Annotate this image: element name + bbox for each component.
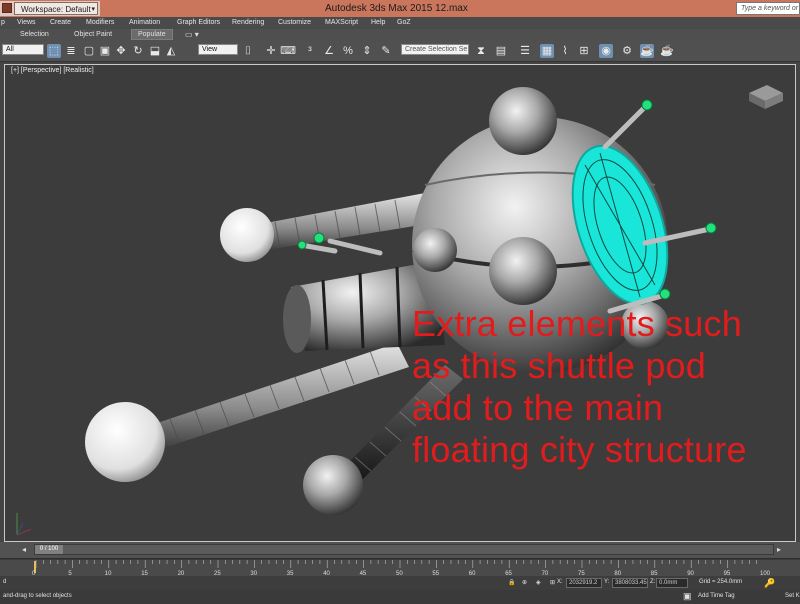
render-setup-icon[interactable]: ⚙ xyxy=(620,44,634,58)
render-production-icon[interactable]: ☕ xyxy=(660,44,674,58)
search-input[interactable]: Type a keyword or phrase xyxy=(736,2,800,15)
reference-coordinate-dropdown[interactable]: View xyxy=(198,44,238,55)
menu-item-maxscript[interactable]: MAXScript xyxy=(325,17,358,29)
isolate-icon[interactable]: ◈ xyxy=(536,579,541,586)
named-selection-dropdown[interactable]: Create Selection Se xyxy=(401,44,469,55)
track-ruler[interactable]: 0 5 10 15 20 25 30 35 40 45 50 55 60 65 70 75 80 85 90 95 10… xyxy=(0,558,800,577)
selection-filter-value: All xyxy=(6,46,14,53)
slider-prev-icon[interactable]: ◂ xyxy=(22,545,26,554)
key-icon[interactable]: 🔑 xyxy=(764,578,775,589)
material-editor-icon[interactable]: ◉ xyxy=(599,44,613,58)
time-slider[interactable]: 0 / 100 xyxy=(34,544,774,555)
reference-coordinate-value: View xyxy=(202,46,218,53)
menu-item-modifiers[interactable]: Modifiers xyxy=(86,17,114,29)
rectangular-selection-icon[interactable]: ▢ xyxy=(82,44,96,58)
chevron-down-icon: ▾ xyxy=(91,6,95,13)
x-label: X: xyxy=(557,579,563,585)
window-crossing-icon[interactable]: ▣ xyxy=(98,44,112,58)
menu-item-help[interactable]: Help xyxy=(371,17,385,29)
z-coordinate-field[interactable]: 0.0mm xyxy=(656,578,688,588)
menu-item-views[interactable]: Views xyxy=(17,17,36,29)
status-row-coordinates: d 🔒 ⊕ ◈ ⊞ X: 2032919.2 Y: 3808033.45 Z: … xyxy=(0,576,800,590)
front-dome xyxy=(489,237,557,305)
workspace-dropdown[interactable]: Workspace: Default ▾ xyxy=(14,2,98,15)
layer-manager-icon[interactable]: ☰ xyxy=(518,44,532,58)
menu-item-animation[interactable]: Animation xyxy=(129,17,160,29)
selection-lock-icon[interactable]: ⊞ xyxy=(550,579,555,586)
menu-item-create[interactable]: Create xyxy=(50,17,71,29)
place-icon[interactable]: ◭ xyxy=(164,44,178,58)
menu-item-goz[interactable]: GoZ xyxy=(397,17,411,29)
top-dome xyxy=(489,87,557,155)
viewcube-icon xyxy=(749,85,783,109)
menu-bar: p Views Create Modifiers Animation Graph… xyxy=(0,17,800,29)
workspace-label: Workspace: Default xyxy=(21,5,91,14)
axis-tripod-icon xyxy=(16,513,32,536)
named-selection-placeholder: Create Selection Se xyxy=(405,46,468,53)
select-by-name-icon[interactable]: ≣ xyxy=(64,44,78,58)
select-move-icon[interactable]: ✥ xyxy=(114,44,128,58)
annotation-line-2: as this shuttle pod xyxy=(412,345,706,386)
menu-item-customize[interactable]: Customize xyxy=(278,17,311,29)
select-rotate-icon[interactable]: ↻ xyxy=(131,44,145,58)
menu-item-partial[interactable]: p xyxy=(1,17,5,29)
edit-named-selection-icon[interactable]: ✎ xyxy=(379,44,393,58)
set-key-button[interactable]: Set K xyxy=(785,593,800,599)
absolute-mode-icon[interactable]: ⊕ xyxy=(522,579,527,586)
lock-icon[interactable]: 🔒 xyxy=(508,579,515,586)
upper-end-sphere xyxy=(220,208,274,262)
select-manipulate-icon[interactable]: ✛ xyxy=(264,44,278,58)
x-coordinate-field[interactable]: 2032919.2 xyxy=(566,578,602,588)
y-coordinate-field[interactable]: 3808033.45 xyxy=(612,578,648,588)
angle-snap-icon[interactable]: ∠ xyxy=(322,44,336,58)
tab-object-paint[interactable]: Object Paint xyxy=(74,29,112,41)
annotation-line-3: add to the main xyxy=(412,387,664,428)
main-toolbar: All ⬚ ≣ ▢ ▣ ✥ ↻ ⬓ ◭ View ⌷ ✛ ⌨ ³ ∠ % ⇕ ✎… xyxy=(0,41,800,62)
spinner-snap-icon[interactable]: ⇕ xyxy=(360,44,374,58)
lower-arm xyxy=(145,343,409,451)
time-slider-handle[interactable]: 0 / 100 xyxy=(35,545,63,554)
mirror-icon[interactable]: ⧗ xyxy=(474,44,488,58)
ribbon-options-icon[interactable]: ▭ ▾ xyxy=(185,29,199,41)
annotation-overlay: Extra elements such as this shuttle pod … xyxy=(412,303,792,471)
pivot-center-icon[interactable]: ⌷ xyxy=(241,44,255,58)
lower-end-sphere xyxy=(85,402,165,482)
schematic-view-icon[interactable]: ⊞ xyxy=(577,44,591,58)
curve-editor-icon[interactable]: ⌇ xyxy=(558,44,572,58)
tab-selection[interactable]: Selection xyxy=(20,29,49,41)
y-label: Y: xyxy=(604,579,610,585)
graphite-tools-icon[interactable]: ▦ xyxy=(540,44,554,58)
side-dome xyxy=(413,228,457,272)
grid-size: Grid = 254.0mm xyxy=(699,579,743,585)
snaps-toggle-icon[interactable]: ³ xyxy=(303,44,317,58)
select-object-icon[interactable]: ⬚ xyxy=(47,44,61,58)
selection-filter-dropdown[interactable]: All xyxy=(2,44,44,55)
select-scale-icon[interactable]: ⬓ xyxy=(148,44,162,58)
menu-item-rendering[interactable]: Rendering xyxy=(232,17,264,29)
app-menu-icon[interactable] xyxy=(2,3,12,13)
tab-populate[interactable]: Populate xyxy=(131,29,173,40)
dark-end-sphere xyxy=(303,455,363,515)
time-tag-icon[interactable]: ▣ xyxy=(683,591,692,602)
add-time-tag-button[interactable]: Add Time Tag xyxy=(698,593,735,599)
annotation-line-4: floating city structure xyxy=(412,429,747,470)
rendered-frame-icon[interactable]: ☕ xyxy=(640,44,654,58)
slider-next-icon[interactable]: ▸ xyxy=(777,545,781,554)
app-title: Autodesk 3ds Max 2015 12.max xyxy=(325,3,468,14)
status-row-prompt: and-drag to select objects ▣ Add Time Ta… xyxy=(0,590,800,604)
percent-snap-icon[interactable]: % xyxy=(341,44,355,58)
prompt-line: and-drag to select objects xyxy=(3,593,72,599)
z-label: Z: xyxy=(650,579,656,585)
align-icon[interactable]: ▤ xyxy=(494,44,508,58)
title-bar: Workspace: Default ▾ Autodesk 3ds Max 20… xyxy=(0,0,800,17)
keyboard-shortcut-icon[interactable]: ⌨ xyxy=(280,44,296,58)
annotation-line-1: Extra elements such xyxy=(412,303,742,344)
status-indicator: d xyxy=(3,579,7,585)
time-slider-bar: 0 / 100 ◂ ▸ xyxy=(0,542,800,558)
menu-item-graph-editors[interactable]: Graph Editors xyxy=(177,17,220,29)
